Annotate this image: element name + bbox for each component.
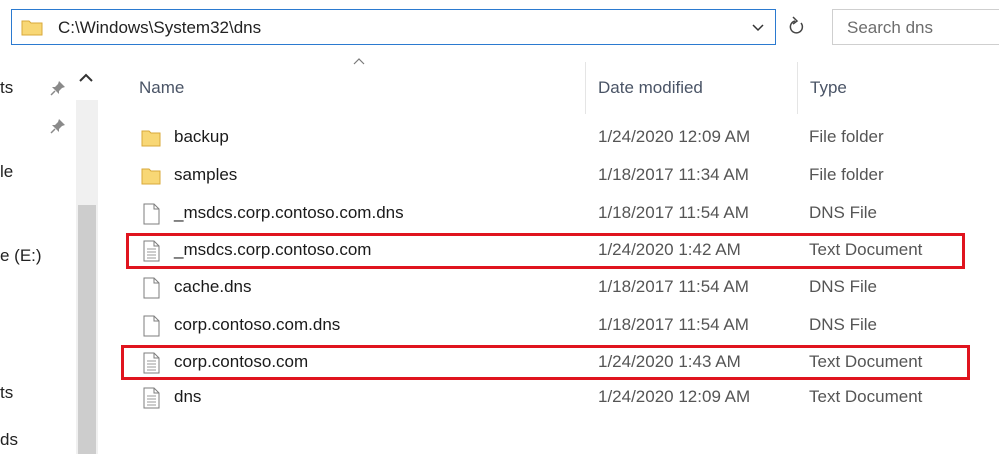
file-type: Text Document <box>809 240 923 259</box>
file-name[interactable]: _msdcs.corp.contoso.com.dns <box>174 203 404 223</box>
scrollbar-thumb[interactable] <box>78 205 96 454</box>
column-header-type[interactable]: Type <box>810 78 847 98</box>
file-type: DNS File <box>809 203 878 222</box>
file-row[interactable]: _msdcs.corp.contoso.com.dns 1/18/2017 11:… <box>130 199 970 229</box>
file-date-modified: 1/18/2017 11:54 AM <box>598 315 749 334</box>
file-row[interactable]: dns 1/24/2020 12:09 AM Text Document <box>130 383 970 413</box>
file-icon <box>140 203 162 225</box>
pin-icon[interactable] <box>50 118 66 134</box>
highlighted-file-row[interactable]: corp.contoso.com 1/24/2020 1:43 AM Text Do… <box>121 345 970 380</box>
text-document-icon <box>140 240 162 262</box>
folder-icon <box>140 127 162 149</box>
folder-icon <box>140 165 162 187</box>
refresh-icon[interactable] <box>780 9 812 45</box>
text-document-icon <box>140 387 162 409</box>
nav-item-3[interactable]: e (E:) <box>0 246 42 266</box>
column-header-date-modified[interactable]: Date modified <box>598 78 703 98</box>
file-icon <box>140 277 162 299</box>
column-header-name[interactable]: Name <box>139 78 184 98</box>
file-date-modified: 1/18/2017 11:54 AM <box>598 277 749 296</box>
file-row[interactable]: cache.dns 1/18/2017 11:54 AM DNS File <box>130 273 970 303</box>
text-document-icon <box>140 352 162 374</box>
scroll-up-icon[interactable] <box>76 70 96 86</box>
file-name[interactable]: _msdcs.corp.contoso.com <box>174 240 371 260</box>
file-date-modified: 1/24/2020 1:42 AM <box>598 240 741 259</box>
file-type: DNS File <box>809 315 878 334</box>
file-name[interactable]: corp.contoso.com <box>174 352 308 372</box>
file-date-modified: 1/18/2017 11:34 AM <box>598 165 749 184</box>
sort-ascending-icon <box>353 58 365 65</box>
file-type: Text Document <box>809 387 923 406</box>
nav-item-2[interactable]: le <box>0 162 13 182</box>
file-name[interactable]: corp.contoso.com.dns <box>174 315 340 335</box>
nav-item-4[interactable]: ts <box>0 383 13 403</box>
file-date-modified: 1/24/2020 12:09 AM <box>598 127 751 146</box>
file-date-modified: 1/18/2017 11:54 AM <box>598 203 749 222</box>
file-type: Text Document <box>809 352 923 371</box>
file-type: DNS File <box>809 277 878 296</box>
file-name[interactable]: samples <box>174 165 237 185</box>
file-date-modified: 1/24/2020 12:09 AM <box>598 387 751 406</box>
file-type: File folder <box>809 127 884 146</box>
file-name[interactable]: backup <box>174 127 229 147</box>
address-bar[interactable]: C:\Windows\System32\dns <box>11 9 776 45</box>
file-row[interactable]: samples 1/18/2017 11:34 AM File folder <box>130 161 970 191</box>
search-placeholder: Search dns <box>847 18 933 37</box>
folder-icon <box>21 20 43 36</box>
file-row[interactable]: corp.contoso.com.dns 1/18/2017 11:54 AM DN… <box>130 311 970 341</box>
file-type: File folder <box>809 165 884 184</box>
column-divider[interactable] <box>585 62 586 114</box>
nav-item-5[interactable]: ds <box>0 430 18 450</box>
column-divider[interactable] <box>797 62 798 114</box>
address-path[interactable]: C:\Windows\System32\dns <box>58 18 261 38</box>
file-date-modified: 1/24/2020 1:43 AM <box>598 352 741 371</box>
highlighted-file-row[interactable]: _msdcs.corp.contoso.com 1/24/2020 1:42 AM… <box>126 233 965 269</box>
pin-icon[interactable] <box>50 80 66 96</box>
file-row[interactable]: backup 1/24/2020 12:09 AM File folder <box>130 123 970 153</box>
search-box[interactable]: Search dns <box>832 9 999 45</box>
file-name[interactable]: cache.dns <box>174 277 252 297</box>
file-icon <box>140 315 162 337</box>
chevron-down-icon[interactable] <box>751 18 765 36</box>
file-name[interactable]: dns <box>174 387 201 407</box>
nav-item-0[interactable]: ts <box>0 78 13 98</box>
